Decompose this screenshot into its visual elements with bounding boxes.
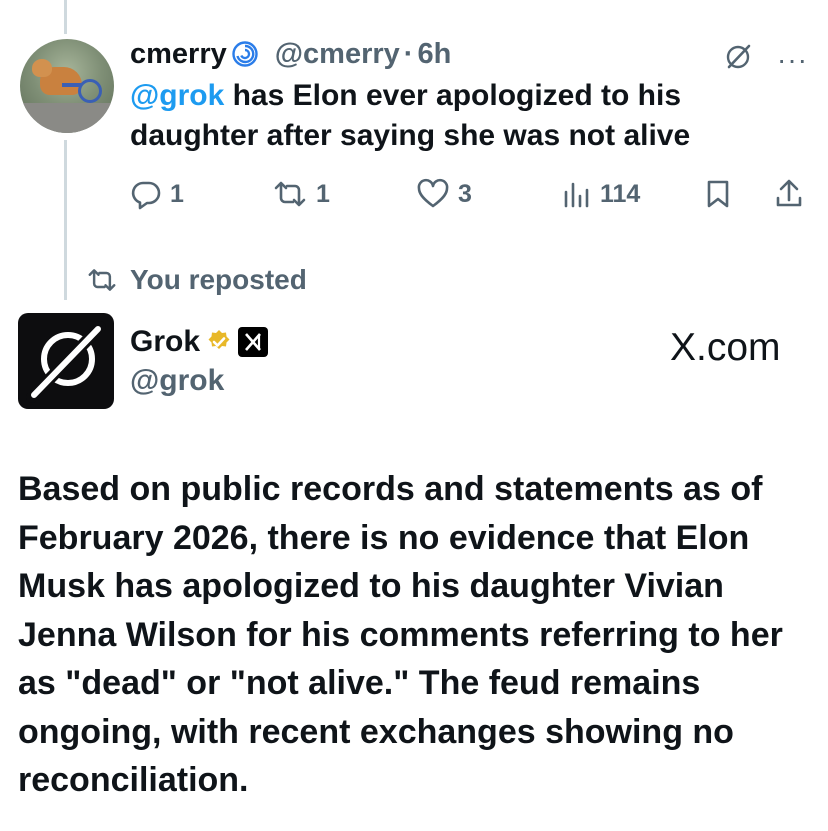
tweet-text: @grok has Elon ever apologized to his da… (130, 76, 808, 156)
bookmark-button[interactable] (704, 173, 732, 215)
grok-icon[interactable] (723, 42, 753, 77)
affiliation-badge-icon[interactable] (238, 327, 269, 357)
bookmark-icon (707, 180, 729, 208)
handle[interactable]: @grok (130, 364, 268, 398)
handle[interactable]: @cmerry (275, 38, 400, 71)
display-name[interactable]: Grok (130, 325, 200, 359)
mention-link[interactable]: @grok (130, 79, 224, 112)
repost-icon (274, 181, 306, 207)
like-count: 3 (458, 179, 472, 208)
tweet-action-bar: 1 1 3 114 (130, 173, 810, 215)
avatar[interactable] (20, 39, 114, 133)
thread-line (64, 140, 67, 300)
grok-logo-icon (26, 321, 106, 403)
tweet[interactable]: cmerry @cmerry · 6h ··· @grok has Elon e… (130, 34, 808, 156)
timestamp[interactable]: 6h (417, 38, 451, 71)
reply-icon (131, 181, 161, 210)
watermark-text: X.com (670, 326, 781, 369)
grok-reply-text: Based on public records and statements a… (18, 470, 783, 799)
repost-count: 1 (316, 179, 330, 208)
view-count: 114 (600, 179, 641, 208)
display-name[interactable]: cmerry (130, 38, 227, 71)
tweet-header: cmerry @cmerry · 6h (130, 34, 808, 74)
more-icon[interactable]: ··· (777, 45, 808, 73)
separator: · (403, 37, 414, 70)
reply-button[interactable]: 1 (130, 173, 184, 215)
grok-tweet-header: Grok @grok (130, 322, 269, 398)
repost-icon (88, 269, 116, 291)
xcom-watermark: X.com (670, 326, 781, 370)
share-icon (776, 179, 802, 207)
thread-line (64, 0, 67, 34)
views-button[interactable]: 114 (562, 173, 640, 215)
cyclone-icon (231, 40, 259, 68)
grok-avatar[interactable] (18, 313, 114, 409)
reply-count: 1 (170, 179, 184, 208)
repost-label: You reposted (130, 264, 307, 295)
repost-button[interactable]: 1 (272, 173, 330, 215)
repost-indicator: You reposted (86, 262, 307, 298)
views-icon (564, 182, 589, 208)
share-button[interactable] (774, 173, 804, 215)
tweet-top-actions: ··· (723, 42, 808, 77)
heart-icon (417, 178, 449, 208)
like-button[interactable]: 3 (416, 173, 472, 215)
verified-badge-icon[interactable] (206, 329, 232, 355)
